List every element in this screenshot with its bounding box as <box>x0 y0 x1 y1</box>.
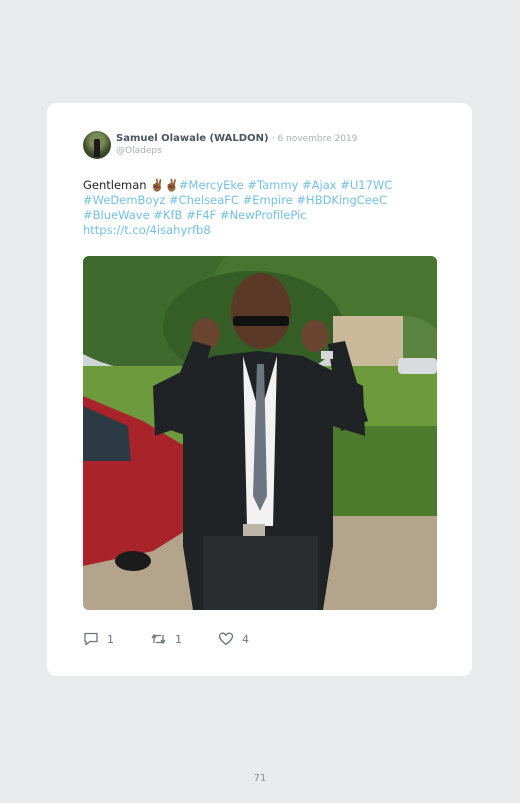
hashtags-line-1[interactable]: #MercyEke #Tammy #Ajax #U17WC <box>179 178 392 192</box>
tweet-actions: 1 1 4 <box>83 632 383 646</box>
author-line: Samuel Olawale (WALDON) · 6 novembre 201… <box>116 132 357 146</box>
retweet-icon <box>151 633 166 645</box>
like-action[interactable]: 4 <box>218 632 249 646</box>
reply-action[interactable]: 1 <box>83 632 114 646</box>
victory-hand-emoji: ✌🏾✌🏾 <box>150 178 179 192</box>
reply-icon <box>84 632 98 646</box>
tweet-text: Gentleman ✌🏾✌🏾#MercyEke #Tammy #Ajax #U1… <box>83 178 428 238</box>
retweet-count: 1 <box>175 632 182 646</box>
tweet-card: Samuel Olawale (WALDON) · 6 novembre 201… <box>47 103 472 676</box>
author-handle[interactable]: @Oladeps <box>116 146 162 156</box>
tweet-header: Samuel Olawale (WALDON) · 6 novembre 201… <box>83 131 443 161</box>
portrait-photo <box>83 256 437 610</box>
hashtags-line-3[interactable]: #BlueWave #KfB #F4F #NewProfilePic <box>83 208 307 222</box>
avatar[interactable] <box>83 131 111 159</box>
tweet-date: · 6 novembre 2019 <box>271 134 358 144</box>
page-number: 71 <box>253 773 267 784</box>
reply-count: 1 <box>107 632 114 646</box>
heart-icon <box>218 632 234 646</box>
tweet-photo[interactable] <box>83 256 437 610</box>
tweet-link[interactable]: https://t.co/4isahyrfb8 <box>83 223 211 237</box>
tweet-text-plain: Gentleman <box>83 178 151 192</box>
like-count: 4 <box>242 632 249 646</box>
author-name[interactable]: Samuel Olawale (WALDON) <box>116 133 269 144</box>
retweet-action[interactable]: 1 <box>150 632 182 646</box>
hashtags-line-2[interactable]: #WeDemBoyz #ChelseaFC #Empire #HBDKingCe… <box>83 193 387 207</box>
